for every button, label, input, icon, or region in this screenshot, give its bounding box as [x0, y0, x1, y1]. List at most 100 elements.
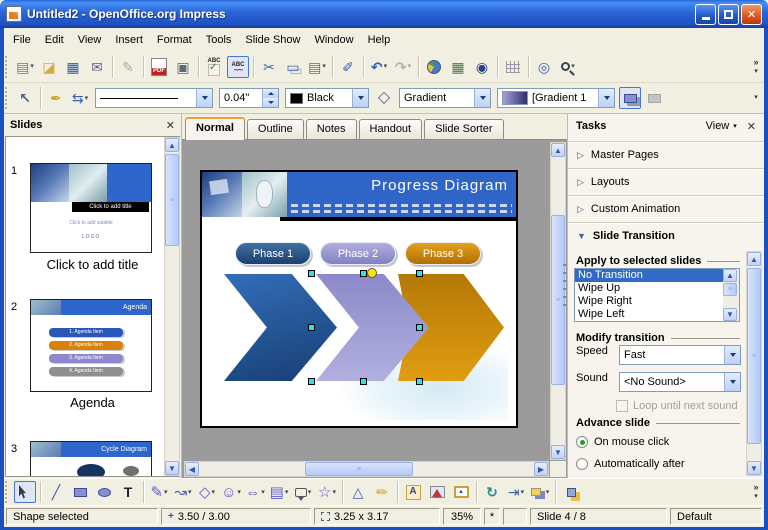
pointer-paper-icon[interactable]: ↖	[14, 87, 36, 109]
fill-name-select[interactable]: [Gradient 1	[497, 88, 615, 108]
line-color-select[interactable]: Black	[285, 88, 369, 108]
tasks-view-menu[interactable]: View ▾ ✕	[706, 120, 756, 133]
transition-option-no-transition[interactable]: No Transition	[575, 269, 739, 282]
flowchart-icon[interactable]: ▤▾	[268, 481, 290, 503]
chevron-shape-blue[interactable]	[224, 274, 337, 381]
scrollbar-thumb[interactable]: ≡	[305, 462, 413, 476]
transition-option-wipe-right[interactable]: Wipe Right	[575, 295, 739, 308]
arrow-style-icon[interactable]: ⇆▾	[69, 87, 91, 109]
toolbar-overflow-button[interactable]: »▾	[748, 57, 764, 76]
tasks-scrollbar[interactable]: ▲ ≡ ▼	[746, 251, 762, 476]
insert-picture-icon[interactable]	[426, 481, 448, 503]
edit-file-icon[interactable]: ✎	[117, 56, 139, 78]
select-tool-icon[interactable]	[14, 481, 36, 503]
line-tool-icon[interactable]: ╱	[45, 481, 67, 503]
advance-automatically-row[interactable]: Automatically after	[576, 458, 684, 470]
transition-listbox[interactable]: No Transition Wipe Up Wipe Right Wipe Le…	[574, 268, 740, 322]
scroll-down-icon[interactable]: ▼	[551, 445, 565, 459]
spinner-down-button[interactable]	[263, 98, 278, 107]
radio-icon[interactable]	[576, 458, 588, 470]
scroll-up-icon[interactable]: ▲	[551, 143, 565, 157]
slide-thumbnail-3[interactable]: Cycle Diagram	[30, 441, 152, 477]
basic-shapes-icon[interactable]: ◇▾	[196, 481, 218, 503]
edit-points-icon[interactable]: △	[347, 481, 369, 503]
paste-icon[interactable]: ▤▾	[306, 56, 328, 78]
chart-icon[interactable]	[423, 56, 445, 78]
dropdown-caret[interactable]: ▾	[188, 489, 192, 496]
zoom-icon[interactable]: ▾	[557, 56, 579, 78]
dropdown-caret[interactable]: ▾	[332, 489, 336, 496]
toolbar-overflow-button[interactable]: ▾	[748, 94, 764, 102]
navigator-icon[interactable]: ◎	[533, 56, 555, 78]
listbox-scrollbar[interactable]: ▲ ≡ ▼	[723, 269, 739, 321]
scrollbar-thumb[interactable]: ≡	[723, 283, 737, 296]
close-button[interactable]: ✕	[741, 4, 762, 25]
area-style-icon[interactable]: ◇	[373, 87, 395, 109]
toolbar-grip[interactable]	[5, 481, 10, 503]
dropdown-caret[interactable]: ▾	[30, 63, 34, 70]
selection-handle[interactable]	[308, 324, 315, 331]
scroll-left-icon[interactable]: ◀	[185, 462, 199, 476]
phase2-pill[interactable]: Phase 2	[320, 242, 396, 265]
menu-format[interactable]: Format	[150, 31, 199, 49]
glue-points-icon[interactable]: ✏	[371, 481, 393, 503]
combo-arrow-button[interactable]	[352, 89, 368, 107]
advance-on-mouse-click-row[interactable]: On mouse click	[576, 436, 669, 448]
selection-handle[interactable]	[416, 270, 423, 277]
menu-tools[interactable]: Tools	[199, 31, 239, 49]
block-arrows-icon[interactable]: ⇔▾	[244, 481, 266, 503]
menu-window[interactable]: Window	[307, 31, 360, 49]
selection-handle[interactable]	[416, 324, 423, 331]
undo-icon[interactable]: ↶▾	[368, 56, 390, 78]
dropdown-caret[interactable]: ▾	[308, 489, 312, 496]
canvas-horizontal-scrollbar[interactable]: ◀ ≡ ▶	[184, 461, 549, 477]
tab-slide-sorter[interactable]: Slide Sorter	[424, 119, 503, 139]
export-pdf-icon[interactable]: PDF	[148, 56, 170, 78]
alignment-icon[interactable]: ⇥▾	[505, 481, 527, 503]
section-slide-transition[interactable]: ▼ Slide Transition	[568, 222, 764, 249]
tab-handout[interactable]: Handout	[359, 119, 423, 139]
status-size[interactable]: 3.25 x 3.17	[314, 508, 440, 525]
shadow-toggle-icon[interactable]	[619, 87, 641, 109]
document-as-email-icon[interactable]: ✉	[86, 56, 108, 78]
status-slide-indicator[interactable]: Slide 4 / 8	[530, 508, 667, 525]
status-zoom[interactable]: 35%	[443, 508, 481, 525]
rectangle-tool-icon[interactable]	[69, 481, 91, 503]
scroll-up-icon[interactable]: ▲	[723, 269, 737, 282]
selection-handle[interactable]	[416, 378, 423, 385]
connector-tool-icon[interactable]: ↝▾	[172, 481, 194, 503]
table-icon[interactable]: ▦	[447, 56, 469, 78]
gallery-icon[interactable]: ▲	[450, 481, 472, 503]
slide-editing-area[interactable]: Progress Diagram Phase 1 Phase 2 Phase 3	[200, 170, 518, 428]
line-pen-icon[interactable]: ✒	[45, 87, 67, 109]
line-width-spinner[interactable]	[262, 89, 278, 107]
dropdown-caret[interactable]: ▾	[285, 489, 289, 496]
menu-help[interactable]: Help	[361, 31, 398, 49]
fontwork-icon[interactable]: A	[402, 481, 424, 503]
display-grid-icon[interactable]	[502, 56, 524, 78]
spellcheck-icon[interactable]: ABC✓	[203, 56, 225, 78]
menu-slide-show[interactable]: Slide Show	[238, 31, 307, 49]
tab-normal[interactable]: Normal	[185, 117, 245, 140]
selection-handle[interactable]	[360, 270, 367, 277]
close-icon[interactable]: ✕	[747, 120, 756, 133]
combo-arrow-button[interactable]	[598, 89, 614, 107]
dropdown-caret[interactable]: ▾	[571, 63, 575, 70]
selection-handle[interactable]	[360, 378, 367, 385]
scroll-down-icon[interactable]: ▼	[165, 461, 179, 475]
dropdown-caret[interactable]: ▾	[237, 489, 241, 496]
speed-select[interactable]: Fast	[619, 345, 741, 365]
crop-disabled-icon[interactable]	[643, 87, 665, 109]
menu-file[interactable]: File	[6, 31, 38, 49]
cut-icon[interactable]: ✂	[258, 56, 280, 78]
dropdown-caret[interactable]: ▾	[521, 489, 525, 496]
slides-panel-scrollbar[interactable]: ▲ ≡ ▼	[164, 137, 180, 476]
copy-icon[interactable]: ▭	[282, 56, 304, 78]
extrusion-icon[interactable]	[560, 481, 582, 503]
radio-selected-icon[interactable]	[576, 436, 588, 448]
menu-view[interactable]: View	[71, 31, 109, 49]
combo-arrow-button[interactable]	[724, 373, 740, 391]
slide-canvas[interactable]: Progress Diagram Phase 1 Phase 2 Phase 3	[182, 140, 567, 478]
callouts-icon[interactable]: ▾	[292, 481, 314, 503]
maximize-button[interactable]	[718, 4, 739, 25]
